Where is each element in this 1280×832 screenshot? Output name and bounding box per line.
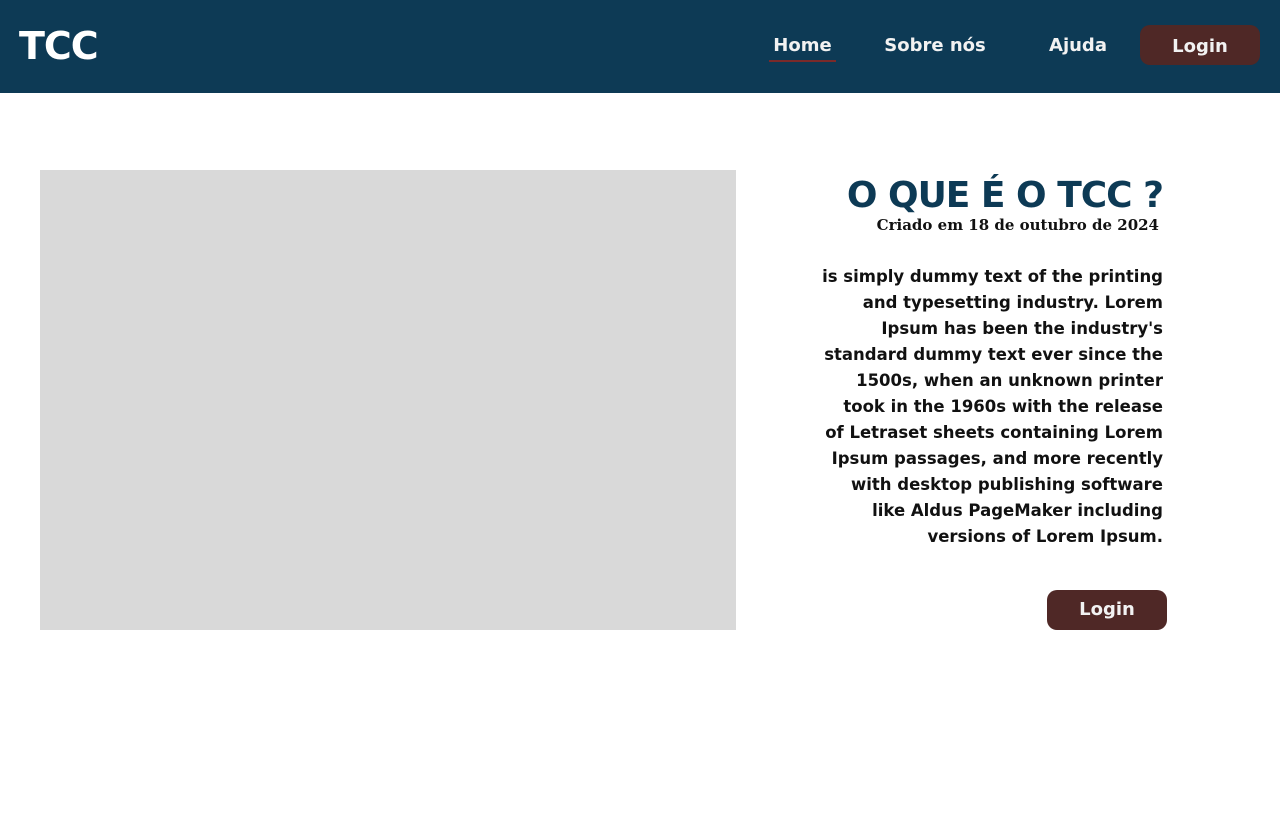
about-section: O QUE É O TCC ? Criado em 18 de outubro … — [820, 170, 1164, 550]
top-navbar: TCC Home Sobre nós Ajuda Login — [0, 0, 1280, 93]
main-login-button[interactable]: Login — [1047, 590, 1167, 630]
header-login-button[interactable]: Login — [1140, 25, 1260, 65]
description-text: is simply dummy text of the printing and… — [822, 267, 1163, 546]
nav-link-help[interactable]: Ajuda — [1043, 33, 1113, 59]
site-logo[interactable]: TCC — [19, 23, 99, 69]
hero-image-placeholder — [40, 170, 736, 630]
nav-link-home[interactable]: Home — [769, 33, 836, 59]
nav-active-indicator — [769, 60, 836, 62]
nav-link-about[interactable]: Sobre nós — [880, 33, 990, 59]
